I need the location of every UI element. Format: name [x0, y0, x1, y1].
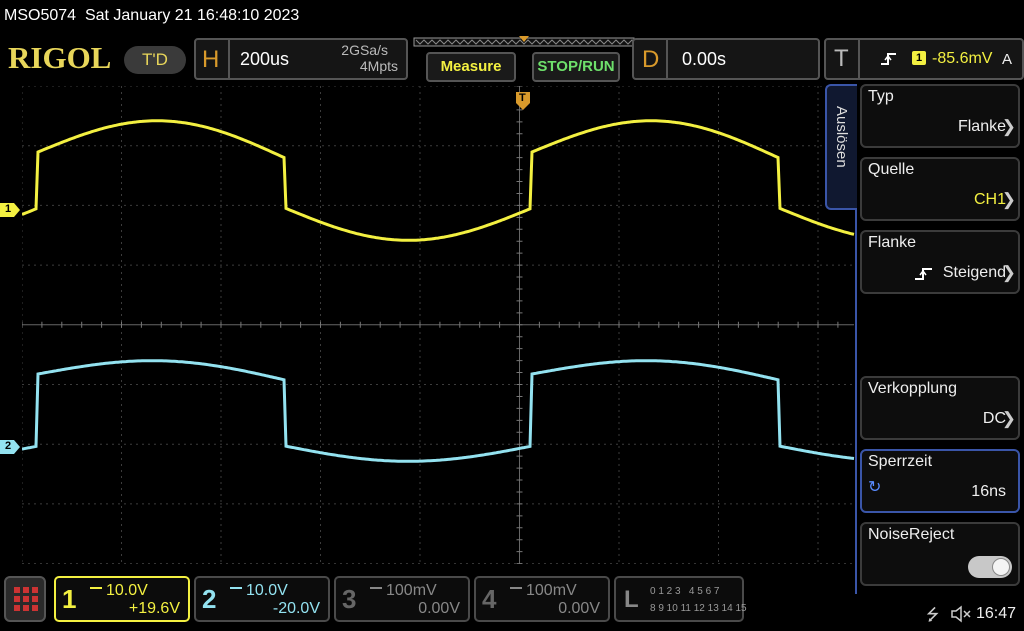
- ch2-marker-label: 2: [5, 440, 12, 452]
- channel-offset: 0.00V: [558, 600, 600, 617]
- channel-number: 3: [342, 584, 357, 614]
- menu-item-slope[interactable]: Flanke Steigend ❯: [860, 230, 1020, 294]
- memory-depth: 4Mpts: [359, 58, 398, 74]
- speaker-muted-icon[interactable]: [950, 605, 972, 623]
- memory-position-bar: [413, 36, 636, 47]
- trigger-panel[interactable]: T 1 -85.6mV A: [824, 38, 1024, 80]
- dc-coupling-icon: [370, 586, 382, 595]
- menu-item-value: 16ns: [971, 483, 1006, 500]
- usb-icon: ⭍: [926, 607, 940, 624]
- dc-coupling-icon: [510, 586, 522, 595]
- dc-coupling-icon: [90, 586, 102, 595]
- channel-number: 4: [482, 584, 497, 614]
- stop-run-button[interactable]: STOP/RUN: [532, 52, 620, 82]
- menu-item-holdoff[interactable]: Sperrzeit ↻ 16ns: [860, 449, 1020, 513]
- sample-rate: 2GSa/s: [341, 42, 388, 58]
- menu-item-label: NoiseReject: [868, 526, 955, 543]
- menu-tab-label: Auslösen: [833, 106, 850, 168]
- channel-4-panel[interactable]: 4 100mV 0.00V: [474, 576, 610, 622]
- menu-item-coupling[interactable]: Verkopplung DC ❯: [860, 376, 1020, 440]
- timebase: 200us: [240, 49, 290, 69]
- channel-number: 1: [62, 584, 77, 614]
- chevron-right-icon: ❯: [1001, 263, 1016, 282]
- channel-number: 2: [202, 584, 217, 614]
- logic-channels-row1: 0 1 2 3 4 5 6 7: [650, 586, 720, 597]
- logic-panel[interactable]: L 0 1 2 3 4 5 6 7 8 9 10 11 12 13 14 15: [614, 576, 747, 622]
- delay-panel[interactable]: D 0.00s: [632, 38, 820, 80]
- trigger-source-badge: 1: [912, 51, 926, 65]
- channel-vdiv: 10.0V: [246, 582, 288, 599]
- chevron-right-icon: ❯: [1001, 117, 1016, 136]
- menu-item-noise-reject[interactable]: NoiseReject: [860, 522, 1020, 586]
- grid-menu-icon: [14, 587, 38, 611]
- ch1-marker-label: 1: [5, 203, 12, 215]
- menu-item-type[interactable]: Typ Flanke ❯: [860, 84, 1020, 148]
- home-button[interactable]: [4, 576, 46, 622]
- rotary-knob-icon: ↻: [868, 479, 882, 496]
- mode-badge[interactable]: T'D: [124, 46, 186, 74]
- channel-2-panel[interactable]: 2 10.0V -20.0V: [194, 576, 330, 622]
- logic-channels-row2: 8 9 10 11 12 13 14 15: [650, 603, 747, 614]
- delay-letter: D: [642, 46, 660, 73]
- horizontal-letter: H: [202, 46, 220, 73]
- datetime: Sat January 21 16:48:10 2023: [84, 7, 300, 24]
- channel-offset: -20.0V: [272, 600, 320, 617]
- menu-item-label: Sperrzeit: [868, 453, 933, 470]
- menu-item-label: Verkopplung: [868, 380, 957, 397]
- trigger-mode: A: [1001, 51, 1012, 68]
- channel-vdiv: 10.0V: [106, 582, 148, 599]
- ch1-waveform: [22, 119, 855, 242]
- trigger-position-marker[interactable]: T: [516, 92, 530, 110]
- rising-edge-icon: [915, 268, 932, 280]
- rising-edge-icon: [881, 53, 896, 65]
- menu-item-label: Flanke: [868, 234, 917, 251]
- channel-1-panel[interactable]: 1 10.0V +19.6V: [54, 576, 190, 622]
- menu-tab-trigger[interactable]: Auslösen: [825, 84, 857, 210]
- noise-reject-toggle[interactable]: [968, 556, 1012, 578]
- channel-offset: 0.00V: [418, 600, 460, 617]
- trigger-marker-label: T: [519, 92, 526, 104]
- channel-vdiv: 100mV: [386, 582, 437, 599]
- dc-coupling-icon: [230, 586, 242, 595]
- menu-item-value: Steigend: [942, 264, 1006, 281]
- menu-item-source[interactable]: Quelle CH1 ❯: [860, 157, 1020, 221]
- delay-value: 0.00s: [682, 49, 727, 69]
- measure-button[interactable]: Measure: [426, 52, 516, 82]
- menu-item-value: Flanke: [957, 118, 1006, 135]
- channel-vdiv: 100mV: [526, 582, 577, 599]
- menu-item-label: Typ: [868, 88, 894, 105]
- title-bar: MSO5074 Sat January 21 16:48:10 2023: [0, 0, 1024, 32]
- channel-offset: +19.6V: [128, 600, 180, 617]
- menu-item-label: Quelle: [868, 161, 915, 178]
- trigger-letter: T: [834, 45, 849, 72]
- ch1-marker[interactable]: 1: [0, 203, 20, 217]
- trigger-level: -85.6mV: [932, 50, 993, 67]
- logic-letter: L: [624, 586, 639, 613]
- rigol-logo: RIGOL: [8, 40, 112, 75]
- chevron-right-icon: ❯: [1001, 409, 1016, 428]
- clock: 16:47: [976, 605, 1017, 622]
- channel-3-panel[interactable]: 3 100mV 0.00V: [334, 576, 470, 622]
- model-name: MSO5074: [4, 7, 77, 24]
- chevron-right-icon: ❯: [1001, 190, 1016, 209]
- ch2-waveform: [22, 359, 855, 463]
- horizontal-panel[interactable]: H 200us 2GSa/s 4Mpts: [194, 38, 408, 80]
- ch2-marker[interactable]: 2: [0, 440, 20, 454]
